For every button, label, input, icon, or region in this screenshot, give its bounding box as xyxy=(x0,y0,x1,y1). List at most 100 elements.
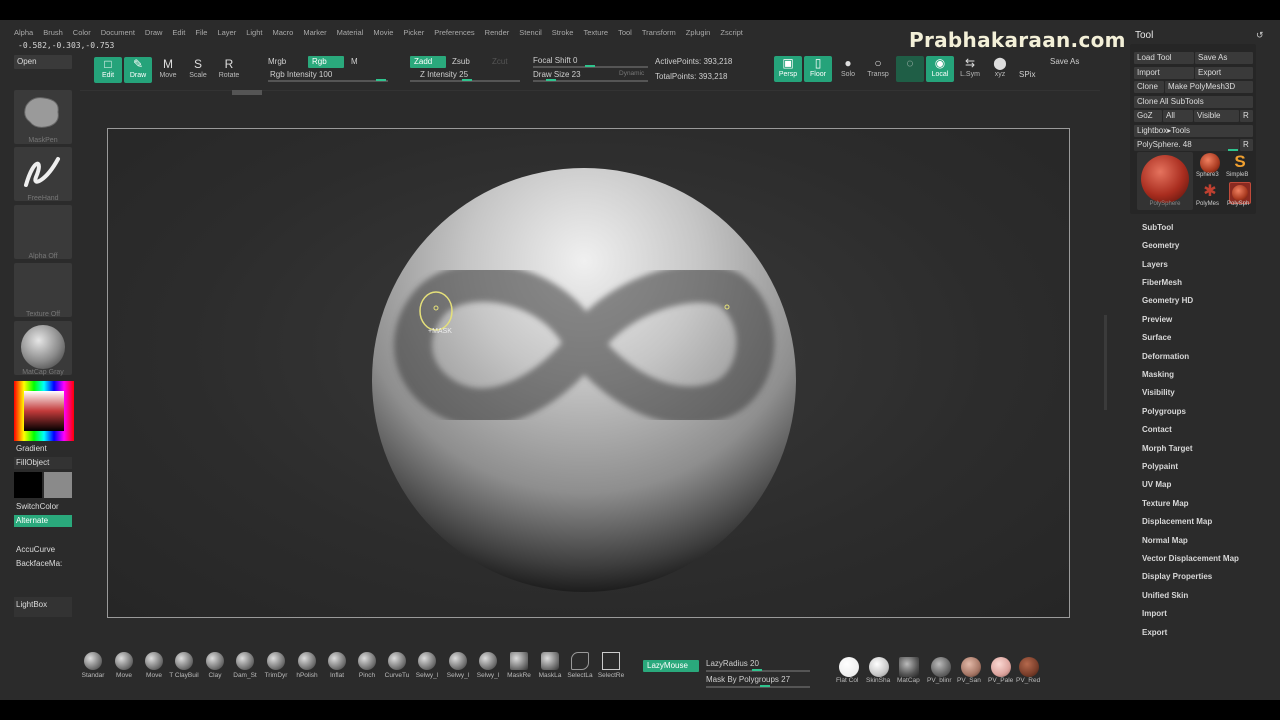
clone-button[interactable]: Clone xyxy=(1134,81,1164,93)
brush-icon xyxy=(206,652,224,670)
brush-pinch[interactable]: Pinch xyxy=(352,652,382,679)
select-lasso-icon xyxy=(571,652,589,670)
surface-section[interactable]: Surface xyxy=(1142,333,1171,342)
brush-trimdynamic[interactable]: TrimDyr xyxy=(261,652,291,679)
contact-section[interactable]: Contact xyxy=(1142,425,1172,434)
mask-by-polygroups-slider[interactable] xyxy=(706,686,810,688)
brush-icon xyxy=(115,652,133,670)
canvas-side-scrollbar[interactable] xyxy=(1104,315,1107,410)
viewport-render xyxy=(372,168,796,592)
brush-damstandard[interactable]: Dam_St xyxy=(230,652,260,679)
brush-maskrect[interactable]: MaskRe xyxy=(504,652,534,679)
brush-selwy-2[interactable]: Selwy_l xyxy=(443,652,473,679)
pin-icon[interactable]: ↺ xyxy=(1256,30,1264,41)
geometry-section[interactable]: Geometry xyxy=(1142,241,1179,250)
brush-icon xyxy=(145,652,163,670)
brush-selectrect[interactable]: SelectRe xyxy=(596,652,626,679)
masking-section[interactable]: Masking xyxy=(1142,370,1174,379)
visibility-section[interactable]: Visibility xyxy=(1142,388,1175,397)
brush-icon xyxy=(479,652,497,670)
material-pv-san[interactable] xyxy=(961,657,981,677)
brush-label: Dam_St xyxy=(233,672,257,679)
brush-selectlasso[interactable]: SelectLa xyxy=(565,652,595,679)
load-tool-button[interactable]: Load Tool xyxy=(1134,52,1194,64)
brush-label: MaskRe xyxy=(507,672,531,679)
goz-r-button[interactable]: R xyxy=(1240,110,1253,122)
subtool-section[interactable]: SubTool xyxy=(1142,223,1173,232)
brush-hpolish[interactable]: hPolish xyxy=(292,652,322,679)
uv-map-section[interactable]: UV Map xyxy=(1142,480,1171,489)
export-section[interactable]: Export xyxy=(1142,628,1167,637)
export-button[interactable]: Export xyxy=(1195,67,1253,79)
brush-clay[interactable]: Clay xyxy=(200,652,230,679)
goz-visible-button[interactable]: Visible xyxy=(1194,110,1239,122)
brush-label: Selwy_l xyxy=(446,672,470,679)
displacement-map-section[interactable]: Displacement Map xyxy=(1142,517,1212,526)
brush-label: Move xyxy=(146,672,162,679)
material-matcap[interactable] xyxy=(899,657,919,677)
brush-label: CurveTu xyxy=(384,672,410,679)
brush-claybuildup[interactable]: T ClayBuil xyxy=(169,652,199,679)
material-label: MatCap xyxy=(897,677,920,684)
clone-all-subtools-button[interactable]: Clone All SubTools xyxy=(1134,96,1253,108)
unified-skin-section[interactable]: Unified Skin xyxy=(1142,591,1188,600)
sphere3d-thumb[interactable] xyxy=(1200,153,1220,173)
layers-section[interactable]: Layers xyxy=(1142,260,1168,269)
brush-label: SelectRe xyxy=(597,672,625,679)
vector-displacement-map-section[interactable]: Vector Displacement Map xyxy=(1142,554,1239,563)
material-flat-color[interactable] xyxy=(839,657,859,677)
normal-map-section[interactable]: Normal Map xyxy=(1142,536,1188,545)
material-pv-blinn[interactable] xyxy=(931,657,951,677)
active-tool-thumbnail[interactable]: PolySphere xyxy=(1137,152,1193,210)
brush-label: TrimDyr xyxy=(264,672,288,679)
material-skinshade[interactable] xyxy=(869,657,889,677)
mask-by-polygroups-label: Mask By Polygroups 27 xyxy=(706,675,791,684)
tool-palette-title[interactable]: Tool xyxy=(1135,30,1153,41)
material-pv-pale[interactable] xyxy=(991,657,1011,677)
lazyradius-fill xyxy=(752,669,762,671)
lightbox-tools-button[interactable]: Lightbox▸Tools xyxy=(1134,125,1253,137)
morph-target-section[interactable]: Morph Target xyxy=(1142,444,1193,453)
brush-move-2[interactable]: Move xyxy=(139,652,169,679)
brush-curvetube[interactable]: CurveTu xyxy=(382,652,412,679)
brush-icon xyxy=(175,652,193,670)
deformation-section[interactable]: Deformation xyxy=(1142,352,1189,361)
material-label: PV_Pale xyxy=(988,677,1014,684)
brush-masklasso[interactable]: MaskLa xyxy=(535,652,565,679)
brush-move[interactable]: Move xyxy=(109,652,139,679)
current-tool-r-button[interactable]: R xyxy=(1240,139,1253,151)
lazymouse-toggle[interactable]: LazyMouse xyxy=(643,660,699,672)
brush-icon xyxy=(358,652,376,670)
texture-map-section[interactable]: Texture Map xyxy=(1142,499,1189,508)
brush-label: Inflat xyxy=(329,672,345,679)
goz-button[interactable]: GoZ xyxy=(1134,110,1162,122)
brush-label: Pinch xyxy=(358,672,376,679)
lazyradius-label: LazyRadius 20 xyxy=(706,659,759,668)
geometry-hd-section[interactable]: Geometry HD xyxy=(1142,296,1193,305)
brush-label: T ClayBuil xyxy=(169,672,199,679)
material-label: PV_San xyxy=(957,677,981,684)
brush-icon xyxy=(449,652,467,670)
simplebrush-thumb-icon[interactable]: S xyxy=(1230,152,1250,172)
brush-inflat[interactable]: Inflat xyxy=(322,652,352,679)
brush-icon xyxy=(328,652,346,670)
brush-icon xyxy=(84,652,102,670)
preview-section[interactable]: Preview xyxy=(1142,315,1172,324)
polypaint-section[interactable]: Polypaint xyxy=(1142,462,1178,471)
active-tool-label: PolySphere xyxy=(1149,201,1181,207)
brush-standard[interactable]: Standar xyxy=(78,652,108,679)
polygroups-section[interactable]: Polygroups xyxy=(1142,407,1186,416)
polymesh-star-thumb-icon[interactable]: ✱ xyxy=(1200,182,1220,202)
mask-by-polygroups-fill xyxy=(760,685,770,687)
goz-all-button[interactable]: All xyxy=(1163,110,1193,122)
brush-selwy-1[interactable]: Selwy_l xyxy=(412,652,442,679)
current-tool-slider[interactable]: PolySphere. 48 xyxy=(1134,139,1239,151)
brush-selwy-3[interactable]: Selwy_l xyxy=(473,652,503,679)
save-as-tool-button[interactable]: Save As xyxy=(1195,52,1253,64)
make-polymesh-button[interactable]: Make PolyMesh3D xyxy=(1165,81,1253,93)
import-section[interactable]: Import xyxy=(1142,609,1167,618)
material-pv-red[interactable] xyxy=(1019,657,1039,677)
import-button[interactable]: Import xyxy=(1134,67,1194,79)
display-properties-section[interactable]: Display Properties xyxy=(1142,572,1212,581)
fibermesh-section[interactable]: FiberMesh xyxy=(1142,278,1182,287)
